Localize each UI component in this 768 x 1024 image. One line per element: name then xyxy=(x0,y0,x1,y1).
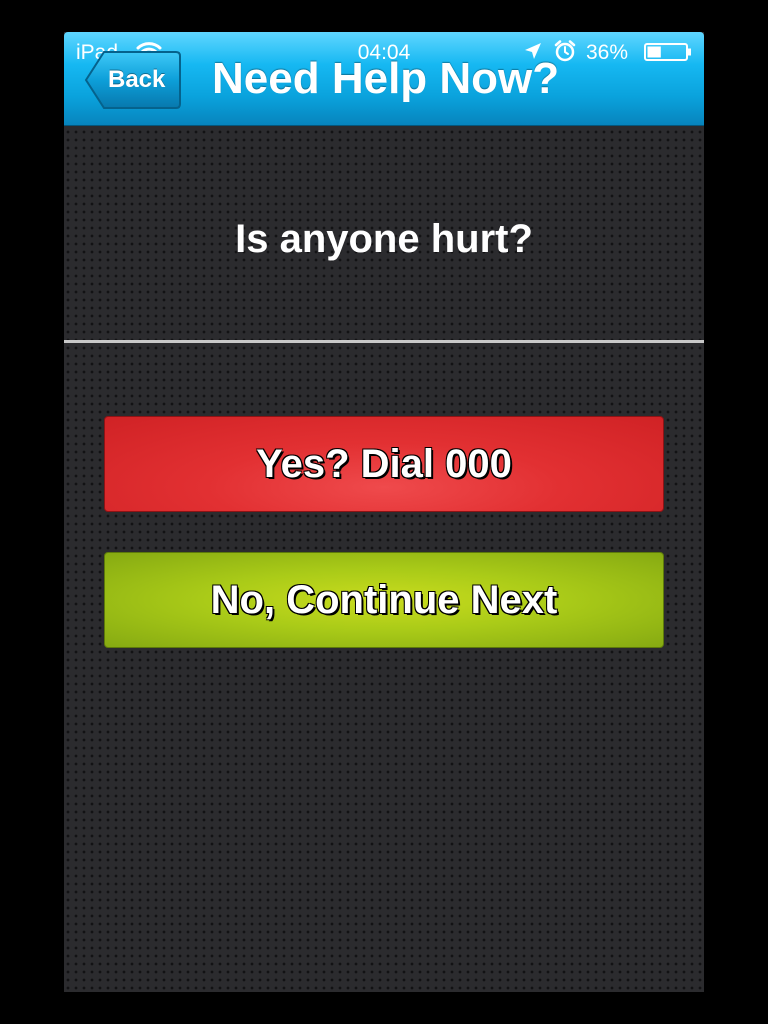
battery-level-fill xyxy=(647,46,661,58)
divider xyxy=(64,340,704,343)
page-title: Need Help Now? xyxy=(212,54,560,103)
back-button[interactable]: Back xyxy=(84,50,182,110)
battery-icon xyxy=(644,43,691,61)
app-screen: iPad 04:04 36% Back Need Help Now? Is an… xyxy=(64,32,704,992)
question-text: Is anyone hurt? xyxy=(235,217,533,261)
navigation-bar: iPad 04:04 36% Back Need Help Now? xyxy=(64,32,704,126)
battery-percentage: 36% xyxy=(586,41,629,64)
continue-next-button[interactable]: No, Continue Next xyxy=(104,552,664,648)
back-button-label: Back xyxy=(108,66,166,93)
dial-emergency-button[interactable]: Yes? Dial 000 xyxy=(104,416,664,512)
